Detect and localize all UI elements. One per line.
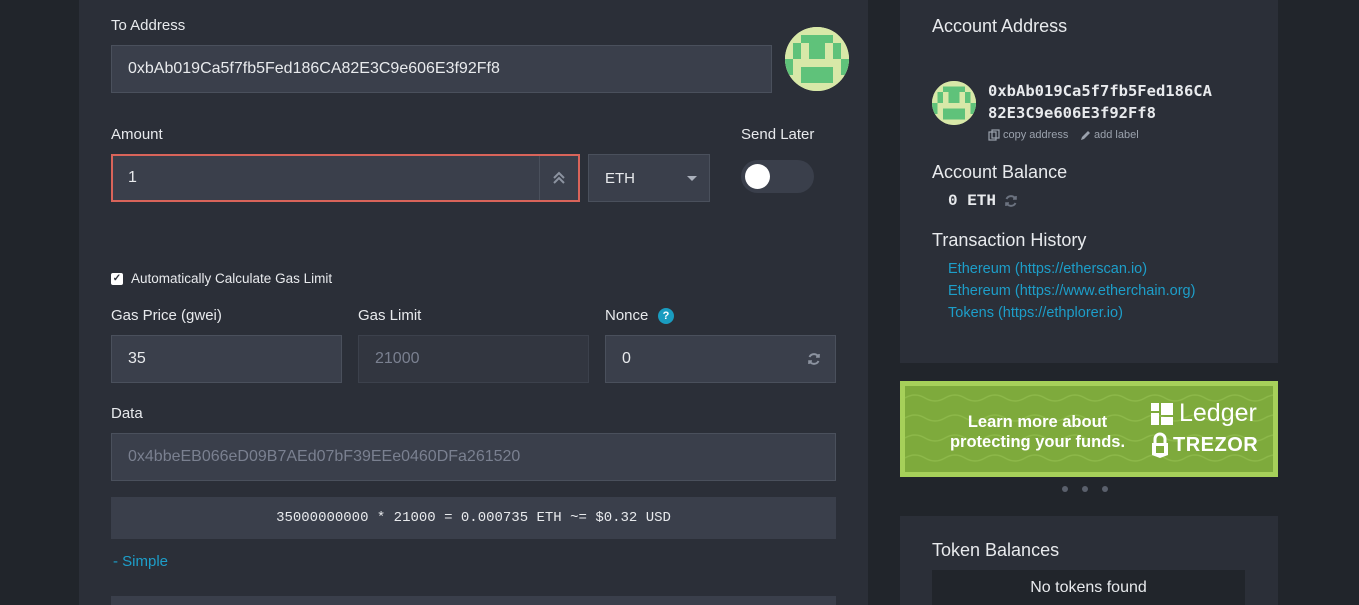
fee-calculation: 35000000000 * 21000 = 0.000735 ETH ~= $0…: [111, 497, 836, 539]
refresh-icon[interactable]: [1004, 194, 1018, 208]
account-balance-heading: Account Balance: [932, 162, 1068, 182]
gas-price-input[interactable]: 35: [111, 335, 342, 383]
to-address-label: To Address: [111, 17, 186, 34]
ethplorer-link[interactable]: Tokens (https://ethplorer.io): [948, 305, 1123, 321]
account-address-line1: 0xbAb019Ca5f7fb5Fed186CA: [988, 82, 1212, 100]
trezor-wordmark: TREZOR: [1173, 433, 1259, 456]
nonce-field[interactable]: 0: [605, 335, 836, 383]
trezor-logo: TREZOR: [1151, 432, 1258, 458]
nonce-label: Nonce: [605, 307, 649, 324]
banner-text: Learn more about protecting your funds.: [949, 413, 1126, 451]
send-max-button[interactable]: [540, 156, 578, 200]
help-icon[interactable]: ?: [658, 308, 674, 324]
carousel-dot[interactable]: [1102, 486, 1108, 492]
gas-limit-input: 21000: [358, 335, 589, 383]
ledger-wordmark: Ledger: [1179, 399, 1257, 427]
copy-icon: [988, 129, 1000, 141]
carousel-dot[interactable]: [1082, 486, 1088, 492]
lock-icon: [1152, 432, 1168, 458]
ledger-icon: [1151, 402, 1173, 425]
account-balance-value: 0 ETH: [948, 192, 997, 210]
data-input[interactable]: 0x4bbeEB066eD09B7AEd07bF39EEe0460DFa2615…: [111, 433, 836, 481]
account-address-heading: Account Address: [932, 16, 1068, 36]
unit-select[interactable]: ETH: [588, 154, 710, 202]
auto-gas-checkbox[interactable]: ✓: [111, 273, 123, 285]
amount-field[interactable]: 1: [111, 154, 580, 202]
amount-input[interactable]: 1: [113, 169, 539, 187]
ledger-logo: Ledger: [1151, 399, 1257, 428]
account-identicon: [932, 81, 976, 125]
send-later-label: Send Later: [741, 126, 815, 143]
next-section-strip: [111, 596, 836, 605]
hardware-wallet-banner[interactable]: Learn more about protecting your funds. …: [900, 381, 1278, 477]
copy-address-label: copy address: [1003, 129, 1069, 141]
account-address-value: 0xbAb019Ca5f7fb5Fed186CA 82E3C9e606E3f92…: [988, 80, 1238, 124]
account-address-line2: 82E3C9e606E3f92Ff8: [988, 104, 1156, 122]
chevron-down-icon: [687, 175, 697, 181]
no-tokens-message: No tokens found: [932, 570, 1245, 605]
data-label: Data: [111, 405, 143, 422]
nonce-input[interactable]: 0: [622, 350, 631, 368]
refresh-icon[interactable]: [807, 352, 821, 366]
gas-limit-label: Gas Limit: [358, 307, 422, 324]
etherchain-link[interactable]: Ethereum (https://www.etherchain.org): [948, 283, 1195, 299]
address-identicon: [785, 27, 849, 91]
token-balances-heading: Token Balances: [932, 540, 1060, 560]
carousel-dot[interactable]: [1062, 486, 1068, 492]
add-label-button[interactable]: add label: [1080, 129, 1139, 141]
to-address-input[interactable]: 0xbAb019Ca5f7fb5Fed186CA82E3C9e606E3f92F…: [111, 45, 772, 93]
auto-gas-label: Automatically Calculate Gas Limit: [131, 271, 333, 286]
double-chevron-up-icon: [553, 171, 565, 184]
copy-address-button[interactable]: copy address: [988, 129, 1068, 141]
add-label-label: add label: [1094, 129, 1139, 141]
amount-label: Amount: [111, 126, 163, 143]
transaction-history-heading: Transaction History: [932, 230, 1087, 250]
account-balance: 0 ETH: [948, 192, 1018, 210]
simple-mode-link[interactable]: - Simple: [113, 553, 168, 570]
send-later-toggle[interactable]: [741, 160, 814, 193]
etherscan-link[interactable]: Ethereum (https://etherscan.io): [948, 261, 1147, 277]
toggle-knob: [745, 164, 770, 189]
gas-price-label: Gas Price (gwei): [111, 307, 222, 324]
carousel-dots: [1062, 486, 1108, 492]
pencil-icon: [1081, 130, 1090, 140]
unit-select-value: ETH: [605, 169, 635, 187]
